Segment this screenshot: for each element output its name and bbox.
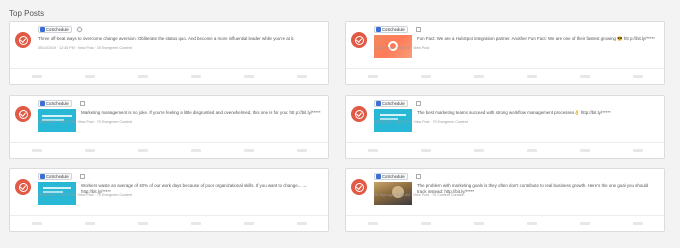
post-card[interactable]: CoSchedule The best marketing teams succ…	[345, 95, 665, 159]
post-text: Marketing management is no joke. If you'…	[81, 110, 321, 115]
post-stats	[346, 142, 664, 158]
coschedule-logo-icon	[351, 106, 367, 122]
post-stats	[346, 215, 664, 231]
profile-tag[interactable]: CoSchedule	[374, 26, 408, 33]
post-meta[interactable]: 05/30/2019 · 12:00 PM · View Post · 70 E…	[38, 120, 132, 124]
profile-tag-label: CoSchedule	[46, 174, 69, 179]
post-meta[interactable]: 06/03/2019 · 12:07 PM · View Post · 70 E…	[38, 193, 132, 197]
post-card[interactable]: CoSchedule Fun Fact: We are a HubSpot in…	[345, 21, 665, 85]
coschedule-logo-icon	[351, 179, 367, 195]
post-meta[interactable]: 11 days ago · 9:19 PM · View Post	[374, 46, 429, 50]
facebook-icon	[376, 174, 381, 179]
post-card[interactable]: CoSchedule Three off-beat ways to overco…	[9, 21, 329, 85]
profile-tag-label: CoSchedule	[382, 174, 405, 179]
post-stats	[10, 68, 328, 84]
image-icon	[80, 174, 85, 179]
post-meta[interactable]: 16 days ago · 8:53 AM · View Post · 70 C…	[374, 193, 464, 197]
facebook-icon	[40, 101, 45, 106]
page-title: Top Posts	[9, 9, 45, 18]
image-icon	[80, 101, 85, 106]
post-text: The best marketing teams succeed with st…	[417, 110, 611, 115]
profile-tag[interactable]: CoSchedule	[38, 26, 72, 33]
post-stats	[10, 142, 328, 158]
coschedule-logo-icon	[351, 32, 367, 48]
image-icon	[416, 101, 421, 106]
image-icon	[416, 27, 421, 32]
coschedule-logo-icon	[15, 179, 31, 195]
facebook-icon	[376, 101, 381, 106]
post-stats	[10, 215, 328, 231]
post-card[interactable]: CoSchedule Marketing management is no jo…	[9, 95, 329, 159]
facebook-icon	[40, 174, 45, 179]
post-stats	[346, 68, 664, 84]
profile-tag[interactable]: CoSchedule	[38, 100, 72, 107]
profile-tag[interactable]: CoSchedule	[38, 173, 72, 180]
post-meta[interactable]: 05/14/2019 · 12:45 PM · View Post · 30 E…	[38, 46, 132, 50]
link-icon	[75, 25, 84, 34]
facebook-icon	[40, 27, 45, 32]
profile-tag[interactable]: CoSchedule	[374, 100, 408, 107]
profile-tag-label: CoSchedule	[382, 101, 405, 106]
post-card[interactable]: CoSchedule The problem with marketing go…	[345, 168, 665, 232]
coschedule-logo-icon	[15, 32, 31, 48]
facebook-icon	[376, 27, 381, 32]
post-text: Three off-beat ways to overcome change a…	[38, 36, 295, 41]
coschedule-logo-icon	[15, 106, 31, 122]
post-text: Fun Fact: We are a HubSpot integration p…	[417, 36, 655, 41]
profile-tag[interactable]: CoSchedule	[374, 173, 408, 180]
profile-tag-label: CoSchedule	[382, 27, 405, 32]
image-icon	[416, 174, 421, 179]
profile-tag-label: CoSchedule	[46, 101, 69, 106]
post-meta[interactable]: 05/15/2019 · 10:01 AM · View Post · 70 E…	[374, 120, 468, 124]
profile-tag-label: CoSchedule	[46, 27, 69, 32]
post-card[interactable]: CoSchedule Workers waste an average of 4…	[9, 168, 329, 232]
